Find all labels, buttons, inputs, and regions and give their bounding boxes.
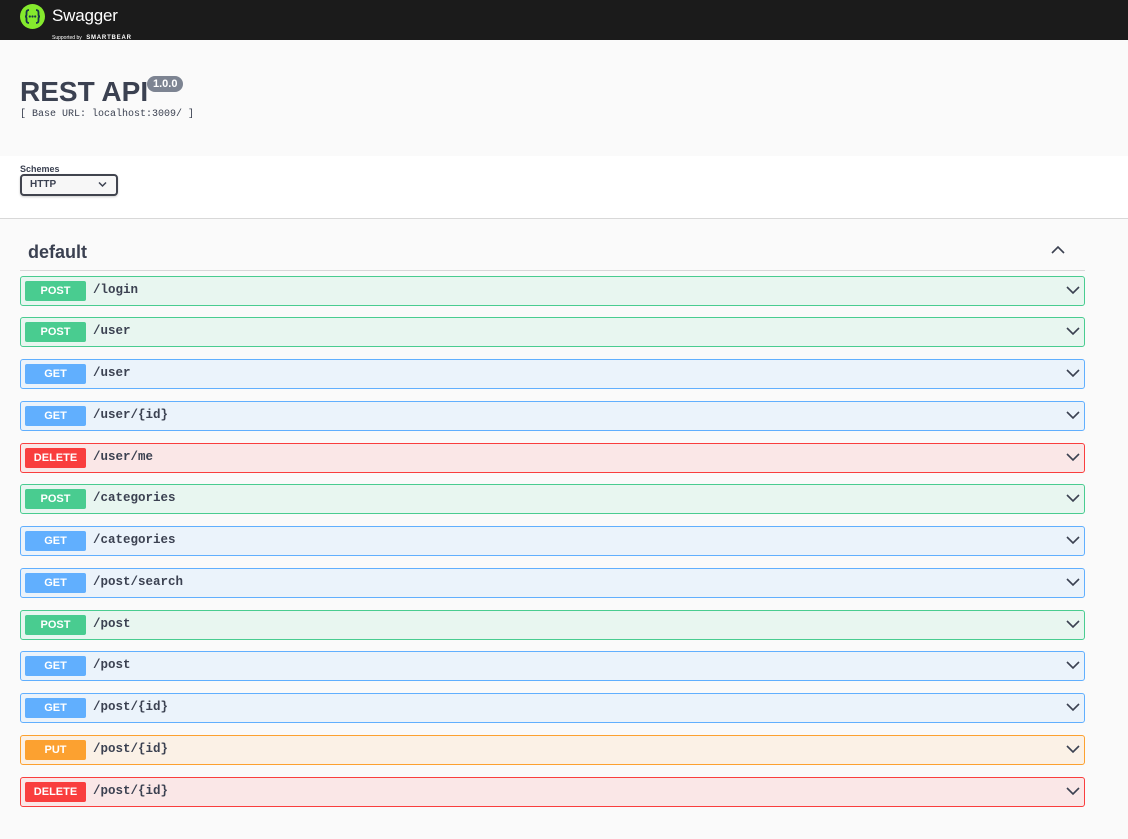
schemes-select[interactable]: HTTP xyxy=(20,174,118,196)
page-title: REST API xyxy=(20,76,149,107)
method-badge: PUT xyxy=(25,740,86,760)
chevron-down-icon[interactable] xyxy=(1065,367,1081,379)
chevron-down-icon[interactable] xyxy=(1065,743,1081,755)
api-info: REST API 1.0.0 [ Base URL: localhost:300… xyxy=(0,40,1128,156)
brand-name[interactable]: Swagger xyxy=(52,6,118,26)
operation-row[interactable]: GET/post/{id} xyxy=(20,693,1085,723)
method-badge: GET xyxy=(25,698,86,718)
operation-row[interactable]: GET/post/search xyxy=(20,568,1085,598)
swagger-logo-icon[interactable] xyxy=(20,4,45,29)
method-badge: POST xyxy=(25,489,86,509)
method-badge: DELETE xyxy=(25,782,86,802)
method-badge: DELETE xyxy=(25,448,86,468)
schemes-selected-value: HTTP xyxy=(30,179,57,190)
chevron-down-icon[interactable] xyxy=(1065,618,1081,630)
method-badge: GET xyxy=(25,531,86,551)
chevron-down-icon xyxy=(98,181,107,188)
method-badge: GET xyxy=(25,573,86,593)
chevron-down-icon[interactable] xyxy=(1065,492,1081,504)
schemes-label: Schemes xyxy=(20,164,60,174)
operation-row[interactable]: POST/post xyxy=(20,610,1085,640)
chevron-down-icon[interactable] xyxy=(1065,451,1081,463)
chevron-down-icon[interactable] xyxy=(1065,785,1081,797)
method-badge: POST xyxy=(25,615,86,635)
chevron-up-icon[interactable] xyxy=(1050,244,1066,256)
operation-row[interactable]: PUT/post/{id} xyxy=(20,735,1085,765)
operation-path: /post xyxy=(93,617,131,631)
chevron-down-icon[interactable] xyxy=(1065,701,1081,713)
method-badge: POST xyxy=(25,322,86,342)
operation-row[interactable]: GET/categories xyxy=(20,526,1085,556)
chevron-down-icon[interactable] xyxy=(1065,534,1081,546)
operation-path: /categories xyxy=(93,533,176,547)
operation-row[interactable]: POST/login xyxy=(20,276,1085,306)
method-badge: GET xyxy=(25,364,86,384)
chevron-down-icon[interactable] xyxy=(1065,659,1081,671)
method-badge: POST xyxy=(25,281,86,301)
chevron-down-icon[interactable] xyxy=(1065,576,1081,588)
operation-path: /post/{id} xyxy=(93,742,169,756)
chevron-down-icon[interactable] xyxy=(1065,325,1081,337)
operation-path: /login xyxy=(93,283,139,297)
schemes-container: Schemes HTTP xyxy=(0,156,1128,219)
topbar: Swagger Supported by SMARTBEAR xyxy=(0,0,1128,41)
operation-path: /user/{id} xyxy=(93,408,169,422)
operation-path: /post/search xyxy=(93,575,184,589)
operation-path: /user xyxy=(93,366,131,380)
operation-row[interactable]: GET/user xyxy=(20,359,1085,389)
section-title: default xyxy=(28,242,88,262)
operation-path: /post/{id} xyxy=(93,700,169,714)
chevron-down-icon[interactable] xyxy=(1065,284,1081,296)
operation-path: /user/me xyxy=(93,450,154,464)
operation-path: /user xyxy=(93,324,131,338)
operation-row[interactable]: DELETE/user/me xyxy=(20,443,1085,473)
base-url: [ Base URL: localhost:3009/ ] xyxy=(20,109,195,120)
version-badge: 1.0.0 xyxy=(147,76,184,92)
operation-path: /post xyxy=(93,658,131,672)
operation-path: /post/{id} xyxy=(93,784,169,798)
operation-row[interactable]: GET/post xyxy=(20,651,1085,681)
operation-row[interactable]: GET/user/{id} xyxy=(20,401,1085,431)
operation-row[interactable]: POST/user xyxy=(20,317,1085,347)
operation-row[interactable]: DELETE/post/{id} xyxy=(20,777,1085,807)
method-badge: GET xyxy=(25,406,86,426)
chevron-down-icon[interactable] xyxy=(1065,409,1081,421)
section-header-default[interactable]: default xyxy=(20,230,1085,271)
method-badge: GET xyxy=(25,656,86,676)
operation-row[interactable]: POST/categories xyxy=(20,484,1085,514)
operation-path: /categories xyxy=(93,491,176,505)
